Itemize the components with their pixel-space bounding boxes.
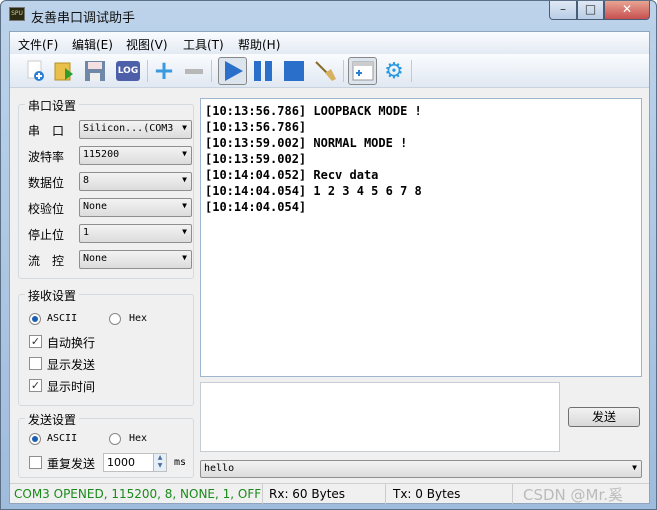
status-divider xyxy=(385,484,386,504)
receive-ascii-label: ASCII xyxy=(47,313,78,324)
add-icon[interactable]: + xyxy=(152,56,176,86)
minimize-button[interactable]: – xyxy=(549,1,577,20)
chevron-down-icon: ▼ xyxy=(182,149,187,158)
port-value: Silicon...(COM3 xyxy=(83,123,174,134)
port-select[interactable]: Silicon...(COM3 ▼ xyxy=(79,120,192,139)
flow-control-value: None xyxy=(83,253,108,264)
show-time-checkbox[interactable]: ✓ xyxy=(29,379,42,392)
clear-broom-icon[interactable] xyxy=(313,59,337,83)
menu-file[interactable]: 文件(F) xyxy=(18,36,58,53)
open-icon[interactable] xyxy=(52,59,76,83)
menu-edit[interactable]: 编辑(E) xyxy=(72,36,113,53)
client-area: 文件(F) 编辑(E) 视图(V) 工具(T) 帮助(H) LOG + ⚙ 串口… xyxy=(9,31,650,504)
chevron-down-icon: ▼ xyxy=(632,463,637,472)
close-button[interactable]: ✕ xyxy=(604,1,650,20)
receive-hex-radio[interactable] xyxy=(109,313,121,325)
menu-bar: 文件(F) 编辑(E) 视图(V) 工具(T) 帮助(H) xyxy=(10,32,649,54)
status-bar: COM3 OPENED, 115200, 8, NONE, 1, OFF Rx:… xyxy=(10,483,649,504)
repeat-interval-value: 1000 xyxy=(107,456,135,469)
send-ascii-label: ASCII xyxy=(47,433,78,444)
parity-label: 校验位 xyxy=(28,202,65,216)
send-settings-group: 发送设置 ASCII Hex 重复发送 1000 ▲ ▼ ms xyxy=(18,411,194,478)
show-send-checkbox[interactable] xyxy=(29,357,42,370)
auto-wrap-checkbox[interactable]: ✓ xyxy=(29,335,42,348)
window-title: 友善串口调试助手 xyxy=(31,11,136,26)
serial-settings-title: 串口设置 xyxy=(25,97,80,114)
save-icon[interactable] xyxy=(83,59,107,83)
app-window: SPU 友善串口调试助手 – □ ✕ 文件(F) 编辑(E) 视图(V) 工具(… xyxy=(0,0,657,510)
auto-wrap-label: 自动换行 xyxy=(47,336,96,350)
send-history-value: hello xyxy=(204,463,235,474)
chevron-down-icon: ▼ xyxy=(182,201,187,210)
data-bits-label: 数据位 xyxy=(28,176,65,190)
status-rx: Rx: 60 Bytes xyxy=(269,487,346,501)
menu-help[interactable]: 帮助(H) xyxy=(238,36,280,53)
stop-icon[interactable] xyxy=(282,59,306,83)
status-tx: Tx: 0 Bytes xyxy=(393,487,461,501)
serial-settings-group: 串口设置 串 口 Silicon...(COM3 ▼ 波特率 115200 ▼ 数据位 … xyxy=(18,97,194,279)
status-divider xyxy=(262,484,263,504)
stop-bits-select[interactable]: 1 ▼ xyxy=(79,224,192,243)
watermark: CSDN @Mr.奚 xyxy=(523,486,624,504)
send-settings-title: 发送设置 xyxy=(25,411,80,428)
show-time-label: 显示时间 xyxy=(47,380,96,394)
flow-control-select[interactable]: None ▼ xyxy=(79,250,192,269)
receive-settings-title: 接收设置 xyxy=(25,287,80,304)
baud-rate-select[interactable]: 115200 ▼ xyxy=(79,146,192,165)
toolbar-separator xyxy=(211,60,212,82)
log-icon[interactable]: LOG xyxy=(116,61,140,81)
data-bits-value: 8 xyxy=(83,175,90,186)
status-port: COM3 OPENED, 115200, 8, NONE, 1, OFF xyxy=(14,487,262,501)
gear-icon[interactable]: ⚙ xyxy=(382,59,406,84)
data-bits-select[interactable]: 8 ▼ xyxy=(79,172,192,191)
toolbar-separator xyxy=(343,60,344,82)
play-icon[interactable] xyxy=(218,57,247,85)
chevron-down-icon: ▼ xyxy=(182,227,187,236)
status-divider xyxy=(512,484,513,504)
pause-icon[interactable] xyxy=(251,59,275,83)
interval-unit: ms xyxy=(174,457,187,468)
remove-icon[interactable] xyxy=(182,59,206,83)
window-icon[interactable] xyxy=(348,57,377,85)
receive-ascii-radio[interactable] xyxy=(29,313,41,325)
menu-tools[interactable]: 工具(T) xyxy=(183,36,224,53)
stop-bits-label: 停止位 xyxy=(28,228,65,242)
receive-hex-label: Hex xyxy=(129,313,148,324)
send-button[interactable]: 发送 xyxy=(568,407,640,427)
maximize-button[interactable]: □ xyxy=(577,1,604,20)
send-hex-radio[interactable] xyxy=(109,433,121,445)
send-ascii-radio[interactable] xyxy=(29,433,41,445)
flow-control-label: 流 控 xyxy=(28,254,65,268)
parity-select[interactable]: None ▼ xyxy=(79,198,192,217)
chevron-down-icon: ▼ xyxy=(182,253,187,262)
stop-bits-value: 1 xyxy=(83,227,90,238)
receive-text-area[interactable]: [10:13:56.786] LOOPBACK MODE ! [10:13:56… xyxy=(200,98,642,377)
baud-rate-label: 波特率 xyxy=(28,150,65,164)
chevron-down-icon: ▼ xyxy=(182,175,187,184)
receive-settings-group: 接收设置 ASCII Hex ✓ 自动换行 显示发送 ✓ 显示时间 xyxy=(18,287,194,406)
toolbar-separator xyxy=(147,60,148,82)
repeat-send-label: 重复发送 xyxy=(47,457,96,471)
chevron-down-icon: ▼ xyxy=(182,123,187,132)
repeat-send-checkbox[interactable] xyxy=(29,456,42,469)
baud-rate-value: 115200 xyxy=(83,149,120,160)
show-send-label: 显示发送 xyxy=(47,358,96,372)
toolbar-separator xyxy=(411,60,412,82)
toolbar: LOG + ⚙ xyxy=(10,54,649,88)
parity-value: None xyxy=(83,201,108,212)
send-hex-label: Hex xyxy=(129,433,148,444)
port-label: 串 口 xyxy=(28,124,65,138)
new-icon[interactable] xyxy=(24,59,48,83)
app-icon: SPU xyxy=(9,7,25,21)
menu-view[interactable]: 视图(V) xyxy=(126,36,168,53)
send-text-input[interactable] xyxy=(200,382,560,452)
repeat-interval-input[interactable]: 1000 ▲ ▼ xyxy=(103,453,167,472)
send-history-combo[interactable]: hello ▼ xyxy=(200,460,642,478)
interval-spinner[interactable]: ▲ ▼ xyxy=(153,454,166,471)
